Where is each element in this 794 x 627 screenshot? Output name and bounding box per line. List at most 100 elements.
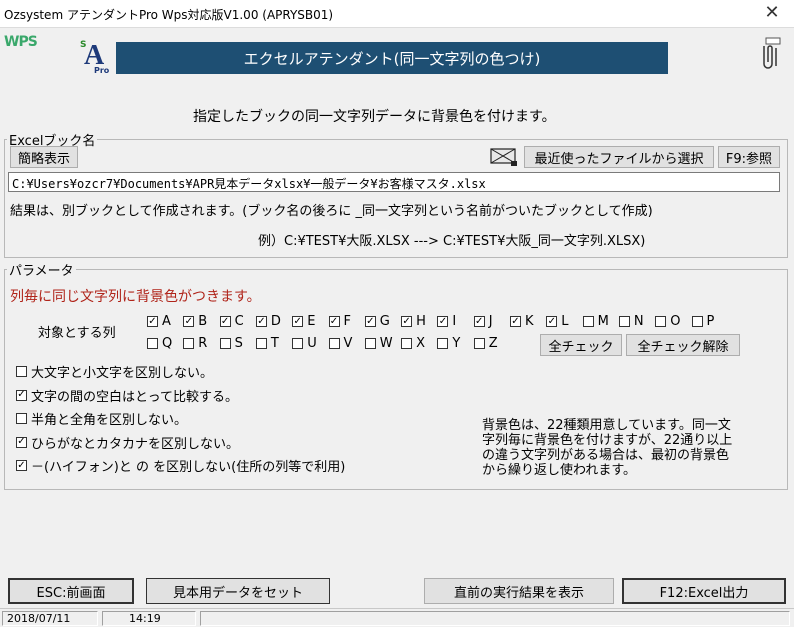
column-checkbox-s[interactable]: S xyxy=(219,336,243,351)
checkbox-label: Q xyxy=(162,336,173,351)
checkbox-box[interactable] xyxy=(147,338,158,349)
paperclip-icon[interactable] xyxy=(758,36,784,70)
checkbox-label: K xyxy=(525,314,534,329)
checkbox-box[interactable]: ✓ xyxy=(364,316,376,327)
checkbox-box[interactable]: ✓ xyxy=(255,316,267,327)
checkbox-box[interactable]: ✓ xyxy=(16,389,27,401)
checkbox-box[interactable] xyxy=(255,338,267,349)
status-date: 2018/07/11 xyxy=(2,611,98,626)
column-checkbox-n[interactable]: N xyxy=(618,314,644,329)
checkbox-box[interactable] xyxy=(16,413,27,424)
checkbox-box[interactable]: ✓ xyxy=(401,316,413,327)
esc-back-button[interactable]: ESC:前画面 xyxy=(8,578,134,604)
column-checkbox-a[interactable]: ✓ A xyxy=(147,314,171,329)
column-checkbox-o[interactable]: O xyxy=(655,314,680,329)
checkbox-box[interactable]: ✓ xyxy=(328,316,340,327)
column-checkbox-e[interactable]: ✓ E xyxy=(292,314,315,329)
strip-spaces-option[interactable]: ✓ 文字の間の空白はとって比較する。 xyxy=(16,386,238,405)
checkbox-label: P xyxy=(706,314,715,329)
checkbox-box[interactable] xyxy=(691,316,703,327)
column-checkbox-t[interactable]: T xyxy=(255,336,279,351)
param-headline: 列毎に同じ文字列に背景色がつきます。 xyxy=(10,289,261,305)
checkbox-label: 文字の間の空白はとって比較する。 xyxy=(31,389,238,405)
column-checkbox-q[interactable]: Q xyxy=(147,336,172,351)
checkbox-box[interactable] xyxy=(655,316,667,327)
column-checkbox-w[interactable]: W xyxy=(364,336,393,351)
ignore-width-option[interactable]: 半角と全角を区別しない。 xyxy=(16,409,187,428)
checkbox-label: C xyxy=(234,314,244,329)
column-checkbox-x[interactable]: X xyxy=(401,336,425,351)
check-all-button[interactable]: 全チェック xyxy=(540,334,622,356)
column-checkbox-z[interactable]: Z xyxy=(473,336,498,351)
column-checkbox-p[interactable]: P xyxy=(691,314,715,329)
status-time: 14:19 xyxy=(102,611,196,626)
checkbox-box[interactable] xyxy=(183,338,195,349)
column-checkbox-r[interactable]: R xyxy=(183,336,207,351)
ignore-hyphen-option[interactable]: ✓ －(ハイフォン)と の を区別しない(住所の列等で利用) xyxy=(16,456,345,475)
parameter-legend: パラメータ xyxy=(9,264,74,279)
checkbox-label: L xyxy=(561,314,569,329)
checkbox-label: O xyxy=(670,314,681,329)
recent-files-button[interactable]: 最近使ったファイルから選択 xyxy=(524,146,714,168)
close-icon[interactable]: ✕ xyxy=(760,2,784,24)
column-checkbox-m[interactable]: M xyxy=(582,314,609,329)
checkbox-label: J xyxy=(488,314,493,329)
ignore-case-option[interactable]: 大文字と小文字を区別しない。 xyxy=(16,362,213,381)
uncheck-all-button[interactable]: 全チェック解除 xyxy=(626,334,740,356)
column-checkbox-l[interactable]: ✓ L xyxy=(546,314,569,329)
checkbox-box[interactable]: ✓ xyxy=(292,316,304,327)
column-checkbox-h[interactable]: ✓ H xyxy=(401,314,426,329)
checkbox-box[interactable] xyxy=(16,366,27,377)
checkbox-box[interactable]: ✓ xyxy=(16,436,27,448)
checkbox-box[interactable]: ✓ xyxy=(546,316,558,327)
checkbox-box[interactable] xyxy=(618,316,630,327)
checkbox-label: X xyxy=(416,336,425,351)
checkbox-box[interactable] xyxy=(364,338,376,349)
checkbox-box[interactable] xyxy=(219,338,231,349)
checkbox-label: U xyxy=(307,336,317,351)
set-sample-data-button[interactable]: 見本用データをセット xyxy=(146,578,330,604)
logo-pro: Pro xyxy=(94,66,110,75)
sapro-logo: S A Pro xyxy=(78,40,114,76)
checkbox-label: I xyxy=(452,314,457,329)
checkbox-box[interactable]: ✓ xyxy=(473,316,485,327)
checkbox-box[interactable] xyxy=(437,338,449,349)
column-checkbox-k[interactable]: ✓ K xyxy=(510,314,534,329)
info-line: 背景色は、22種類用意しています。同一文 xyxy=(482,418,731,433)
column-checkbox-c[interactable]: ✓ C xyxy=(219,314,244,329)
target-columns-label: 対象とする列 xyxy=(38,326,116,341)
column-checkbox-d[interactable]: ✓ D xyxy=(255,314,281,329)
column-checkbox-f[interactable]: ✓ F xyxy=(328,314,351,329)
show-previous-result-button[interactable]: 直前の実行結果を表示 xyxy=(424,578,614,604)
checkbox-label: M xyxy=(597,314,609,329)
book-path-field[interactable]: C:¥Users¥ozcr7¥Documents¥APR見本データxlsx¥一般… xyxy=(8,172,780,192)
checkbox-label: －(ハイフォン)と の を区別しない(住所の列等で利用) xyxy=(31,460,346,475)
checkbox-label: 大文字と小文字を区別しない。 xyxy=(31,366,214,381)
column-checkbox-i[interactable]: ✓ I xyxy=(437,314,456,329)
window-icon xyxy=(490,148,517,166)
excel-output-button[interactable]: F12:Excel出力 xyxy=(622,578,786,604)
column-checkbox-g[interactable]: ✓ G xyxy=(364,314,390,329)
checkbox-box[interactable]: ✓ xyxy=(437,316,449,327)
column-checkbox-j[interactable]: ✓ J xyxy=(473,314,493,329)
checkbox-box[interactable]: ✓ xyxy=(183,316,195,327)
column-checkbox-v[interactable]: V xyxy=(328,336,352,351)
column-checkbox-y[interactable]: Y xyxy=(437,336,460,351)
checkbox-box[interactable] xyxy=(582,316,594,327)
checkbox-label: S xyxy=(234,336,243,351)
app-banner: エクセルアテンダント(同一文字列の色つけ) xyxy=(116,42,668,74)
checkbox-box[interactable]: ✓ xyxy=(510,316,521,327)
checkbox-box[interactable] xyxy=(401,338,413,349)
ignore-kana-option[interactable]: ✓ ひらがなとカタカナを区別しない。 xyxy=(16,433,239,452)
checkbox-box[interactable] xyxy=(328,338,340,349)
browse-button[interactable]: F9:参照 xyxy=(718,146,780,168)
checkbox-label: N xyxy=(633,314,644,329)
brief-view-button[interactable]: 簡略表示 xyxy=(10,146,78,168)
checkbox-box[interactable]: ✓ xyxy=(147,316,158,327)
column-checkbox-b[interactable]: ✓ B xyxy=(183,314,207,329)
checkbox-box[interactable] xyxy=(292,338,304,349)
checkbox-box[interactable]: ✓ xyxy=(16,460,27,471)
checkbox-box[interactable]: ✓ xyxy=(219,316,231,327)
column-checkbox-u[interactable]: U xyxy=(292,336,317,351)
checkbox-box[interactable] xyxy=(473,338,485,349)
